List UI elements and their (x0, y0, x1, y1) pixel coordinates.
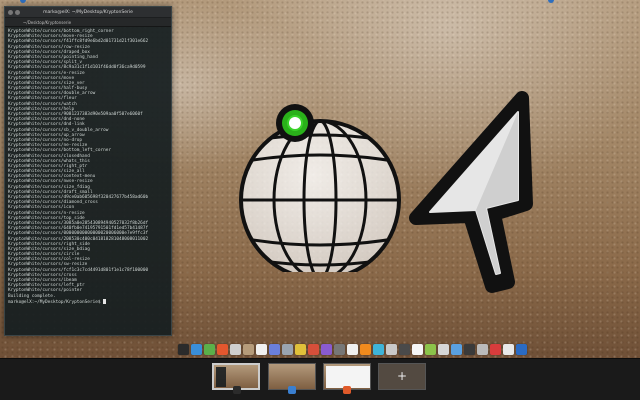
tools-icon[interactable] (386, 343, 397, 355)
office-icon[interactable] (347, 343, 358, 355)
calendar-icon[interactable] (412, 343, 423, 355)
terminal-title: marko@elX: ~/MyDesktop/KryptonSerie (43, 9, 133, 15)
terminal-line: KryptonWhite/cursors/8c9a31c1f1d101f46dd… (8, 65, 146, 71)
mail-client-icon[interactable] (503, 343, 514, 355)
minimize-icon[interactable] (15, 10, 20, 15)
terminal-icon[interactable] (178, 343, 189, 355)
settings-icon[interactable] (204, 343, 215, 355)
terminal-tab[interactable]: ~/Desktop/Kryptonserie (9, 20, 71, 25)
terminal-prompt-line[interactable]: marko@elX:~/MyDesktop/KryptonSerie$ (8, 298, 168, 305)
rocket-icon[interactable] (308, 343, 319, 355)
game-icon[interactable] (321, 343, 332, 355)
chat-icon[interactable] (269, 343, 280, 355)
cloud-icon[interactable] (451, 343, 462, 355)
editor-icon[interactable] (399, 343, 410, 355)
workspace-1-app-icon (233, 386, 241, 394)
red-app-icon[interactable] (490, 343, 501, 355)
vlc-icon[interactable] (360, 343, 371, 355)
archive-icon[interactable] (334, 343, 345, 355)
browser-icon[interactable] (217, 343, 228, 355)
files-icon[interactable] (191, 343, 202, 355)
android-icon[interactable] (425, 343, 436, 355)
globe-cursor-icon (239, 104, 401, 272)
workspace-2-app-icon (288, 386, 296, 394)
dock (176, 342, 527, 356)
workspace-switcher: + (0, 358, 640, 400)
terminal-line: KryptonWhite/cursors/208530c400c04181828… (8, 236, 149, 242)
text-cursor (103, 298, 107, 304)
image-viewer-icon[interactable] (230, 343, 241, 355)
camera-icon[interactable] (477, 343, 488, 355)
text-icon[interactable] (464, 343, 475, 355)
terminal-window[interactable]: marko@elX: ~/MyDesktop/KryptonSerie ~/De… (4, 6, 172, 336)
music-icon[interactable] (438, 343, 449, 355)
terminal-tab-bar: ~/Desktop/Kryptonserie (5, 18, 171, 27)
mail-icon[interactable] (256, 343, 267, 355)
arrow-cursor-icon (409, 91, 533, 293)
mini-window-preview (326, 366, 370, 388)
store-icon[interactable] (516, 343, 527, 355)
terminal-titlebar[interactable]: marko@elX: ~/MyDesktop/KryptonSerie (5, 7, 171, 18)
app-grid-icon[interactable] (282, 343, 293, 355)
mini-terminal-preview (216, 367, 226, 387)
terminal-prompt: marko@elX:~/MyDesktop/KryptonSerie$ (8, 299, 104, 305)
close-icon[interactable] (8, 10, 13, 15)
terminal-line: KryptonWhite/cursors/f41ffc8fd9e6bd2d017… (8, 39, 149, 45)
terminal-line: KryptonWhite/cursors/0000000000000002000… (8, 231, 149, 237)
media-icon[interactable] (295, 343, 306, 355)
workspace-3-app-icon (343, 386, 351, 394)
globe-icon[interactable] (373, 343, 384, 355)
add-workspace-button[interactable]: + (378, 363, 426, 390)
terminal-output[interactable]: KryptonWhite/cursors/bottom_right_corner… (5, 27, 171, 335)
photo-icon[interactable] (243, 343, 254, 355)
